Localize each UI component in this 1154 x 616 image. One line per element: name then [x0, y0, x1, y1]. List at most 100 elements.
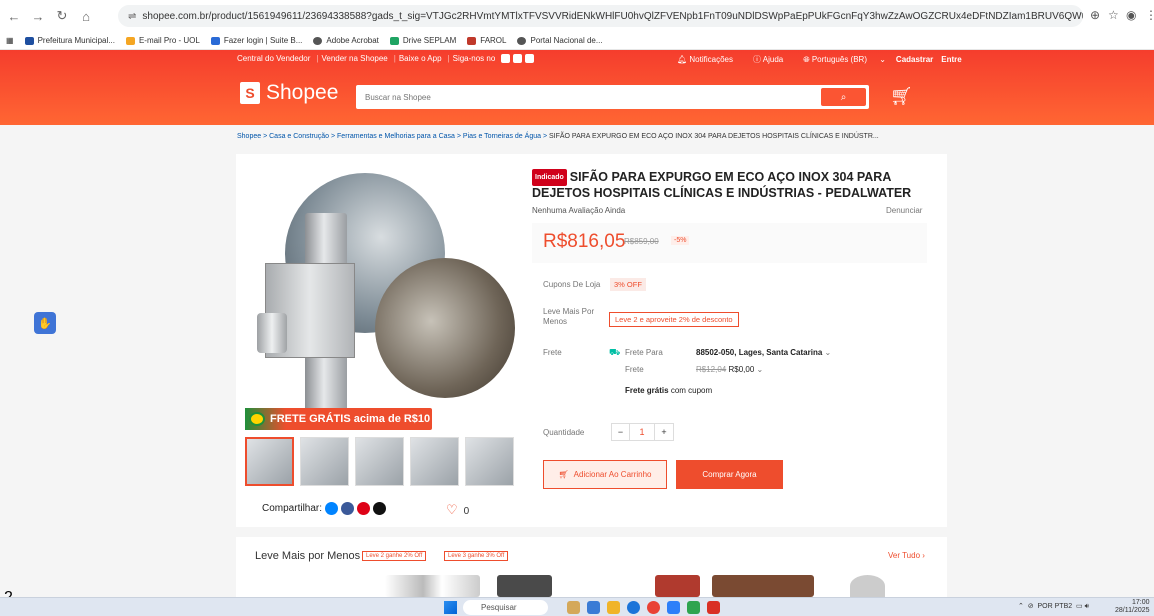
help-link[interactable]: ⓘ Ajuda — [753, 54, 793, 65]
breadcrumb-item[interactable]: Shopee — [237, 133, 261, 140]
sell-link[interactable]: Vender na Shopee — [321, 54, 387, 63]
extension-icon[interactable]: ⊕ — [1090, 8, 1100, 22]
cart-icon[interactable]: 🛒︎ — [890, 86, 913, 107]
url-host: shopee.com.br — [142, 10, 209, 22]
steel-outlet — [257, 313, 287, 353]
search-box: ⌕ — [356, 85, 869, 109]
menu-icon[interactable]: ⋮ — [1145, 8, 1154, 22]
instagram-icon[interactable] — [501, 54, 511, 63]
shipping-label: Frete — [543, 348, 562, 357]
ship-to-location[interactable]: 88502-050, Lages, Santa Catarina ⌄ — [696, 348, 831, 357]
facebook-share-icon[interactable] — [341, 502, 355, 515]
taskbar-search[interactable]: Pesquisar — [463, 600, 548, 615]
login-link[interactable]: Entre — [941, 55, 961, 64]
language-select[interactable]: 🌐︎ Português (BR) ⌄ — [803, 55, 886, 65]
bookmark-item[interactable]: Adobe Acrobat — [313, 36, 379, 45]
top-right-nav: 🔔︎ Notificações ⓘ Ajuda 🌐︎ Português (BR… — [677, 54, 962, 65]
forward-icon[interactable]: → — [28, 9, 48, 24]
tiktok-icon[interactable] — [525, 54, 535, 63]
thumbnail[interactable] — [355, 437, 404, 486]
bookmark-label: Prefeitura Municipal... — [37, 36, 115, 45]
browser-toolbar: ← → ↻ ⌂ ⇌ shopee.com.br/product/15619496… — [0, 0, 1154, 32]
edge-icon[interactable] — [627, 601, 640, 614]
app-icon[interactable] — [687, 601, 700, 614]
accessibility-widget-icon[interactable]: ✋ — [34, 312, 56, 334]
thumbnail[interactable] — [245, 437, 294, 486]
x-icon[interactable] — [373, 502, 387, 515]
signup-link[interactable]: Cadastrar — [896, 55, 933, 64]
clock[interactable]: 17:00 28/11/2025 — [1115, 599, 1150, 615]
buy-now-button[interactable]: Comprar Agora — [676, 460, 783, 489]
site-info-icon[interactable]: ⇌ — [128, 11, 136, 22]
reload-icon[interactable]: ↻ — [52, 8, 72, 24]
breadcrumb-current: SIFÃO PARA EXPURGO EM ECO AÇO INOX 304 P… — [548, 133, 879, 140]
rating-text: Nenhuma Avaliação Ainda — [532, 206, 626, 215]
price-box: R$816,05 R$859,00 -5% — [532, 223, 927, 263]
product-card[interactable] — [497, 575, 552, 597]
back-icon[interactable]: ← — [4, 9, 24, 24]
app-icon[interactable] — [567, 601, 580, 614]
product-card[interactable] — [712, 575, 814, 597]
original-price: R$859,00 — [624, 237, 659, 246]
product-card[interactable] — [655, 575, 700, 597]
product-card[interactable] — [385, 575, 480, 597]
windows-start-icon[interactable] — [444, 601, 457, 614]
bookmarks-bar: ▦ Prefeitura Municipal... E-mail Pro - U… — [0, 32, 1154, 50]
breadcrumb-item[interactable]: Casa e Construção — [269, 133, 329, 140]
chrome-icon[interactable] — [647, 601, 660, 614]
ship-fee[interactable]: R$12,04 R$0,00 ⌄ — [696, 365, 763, 374]
product-card[interactable] — [850, 575, 885, 597]
home-icon[interactable]: ⌂ — [76, 9, 96, 24]
app-icon[interactable] — [667, 601, 680, 614]
lmpm-offer[interactable]: Leve 2 e aproveite 2% de desconto — [609, 312, 739, 327]
thumbnail[interactable] — [465, 437, 514, 486]
bookmark-item[interactable]: Portal Nacional de... — [517, 36, 603, 45]
bundle-section — [236, 537, 947, 597]
quantity-value[interactable]: 1 — [630, 424, 655, 440]
shopee-logo[interactable]: S Shopee — [240, 81, 338, 105]
search-button[interactable]: ⌕ — [821, 88, 866, 106]
product-main-image[interactable] — [245, 163, 520, 433]
file-explorer-icon[interactable] — [607, 601, 620, 614]
report-link[interactable]: Denunciar — [886, 206, 922, 215]
increase-button[interactable]: + — [655, 424, 673, 440]
bundle-pill[interactable]: Leve 2 ganhe 2% Off — [362, 551, 427, 561]
coupon-badge[interactable]: 3% OFF — [610, 278, 646, 291]
notifications-link[interactable]: 🔔︎ Notificações — [677, 55, 743, 64]
bookmark-item[interactable]: Drive SEPLAM — [389, 36, 456, 45]
ship-location-text: 88502-050, Lages, Santa Catarina — [696, 348, 823, 357]
lang-indicator: POR — [1037, 603, 1053, 610]
like-button[interactable]: ♡ 0 — [446, 502, 469, 518]
messenger-icon[interactable] — [325, 502, 339, 515]
heart-icon: ♡ — [446, 502, 458, 517]
thumbnail[interactable] — [300, 437, 349, 486]
time: 17:00 — [1131, 599, 1150, 606]
app-icon[interactable] — [587, 601, 600, 614]
seller-center-link[interactable]: Central do Vendedor — [237, 54, 310, 63]
bookmark-item[interactable]: FAROL — [467, 36, 506, 45]
acrobat-icon[interactable] — [707, 601, 720, 614]
breadcrumb-item[interactable]: Ferramentas e Melhorias para a Casa — [337, 133, 455, 140]
see-all-link[interactable]: Ver Tudo › — [888, 551, 925, 560]
search-input[interactable] — [356, 85, 816, 109]
system-tray[interactable]: ⌃ ⊘ POR PTB2 ▭ 🔊︎ — [1018, 602, 1089, 611]
bookmark-item[interactable]: E-mail Pro - UOL — [125, 36, 200, 45]
apps-icon[interactable]: ▦ — [6, 36, 14, 45]
address-bar[interactable]: ⇌ shopee.com.br/product/1561949611/23694… — [118, 5, 1083, 27]
bookmark-star-icon[interactable]: ☆ — [1108, 8, 1119, 22]
facebook-icon[interactable] — [513, 54, 523, 63]
profile-icon[interactable]: ◉ — [1126, 8, 1136, 22]
free-shipping-note: Frete grátis com cupom — [625, 386, 712, 395]
thumbnail[interactable] — [410, 437, 459, 486]
download-app-link[interactable]: Baixe o App — [399, 54, 442, 63]
bookmark-item[interactable]: Fazer login | Suite B... — [210, 36, 302, 45]
add-to-cart-button[interactable]: 🛒︎ Adicionar Ao Carrinho — [543, 460, 667, 489]
decrease-button[interactable]: − — [612, 424, 630, 440]
section-title: Leve Mais por Menos — [255, 550, 361, 562]
bookmark-item[interactable]: Prefeitura Municipal... — [24, 36, 115, 45]
like-count: 0 — [463, 506, 470, 517]
pinterest-icon[interactable] — [357, 502, 371, 515]
bundle-pill[interactable]: Leve 3 ganhe 3% Off — [444, 551, 509, 561]
breadcrumb-item[interactable]: Pias e Torneiras de Água — [463, 133, 541, 140]
coupon-label: Cupons De Loja — [543, 280, 601, 289]
